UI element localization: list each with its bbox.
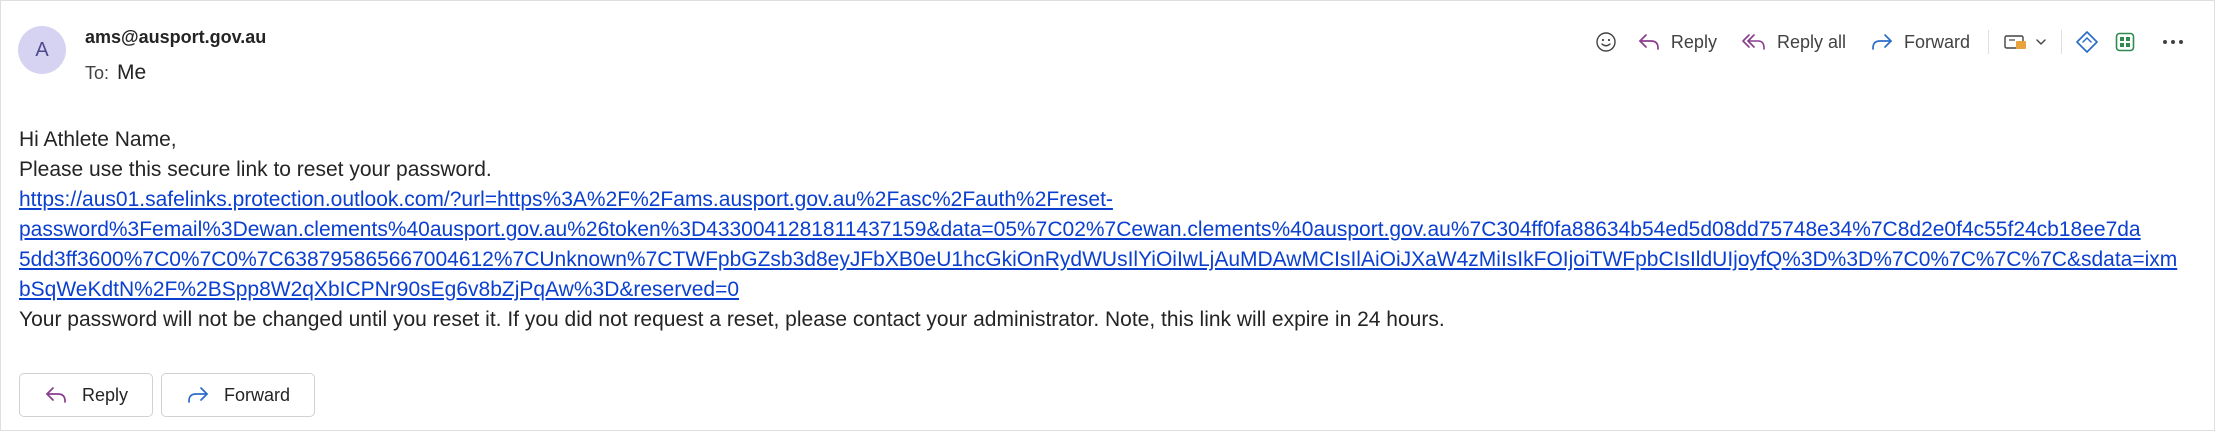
- reaction-button[interactable]: [1587, 23, 1625, 61]
- reply-icon: [44, 385, 68, 405]
- forward-button[interactable]: Forward: [1858, 23, 1982, 61]
- reply-label: Reply: [1670, 31, 1717, 52]
- greeting-prefix: Hi: [19, 128, 44, 151]
- chevron-down-icon: [2035, 37, 2047, 47]
- copilot-icon: [2074, 29, 2100, 55]
- bottom-forward-label: Forward: [224, 384, 291, 405]
- notice-line: Your password will not be changed until …: [19, 308, 1445, 331]
- reset-link-line-4[interactable]: bSqWeKdtN%2F%2BSpp8W2qXbICPNr90sEg6v8bZj…: [19, 278, 739, 301]
- forward-icon: [186, 385, 210, 405]
- toolbar-divider: [2061, 30, 2062, 54]
- reply-button[interactable]: Reply: [1625, 23, 1729, 61]
- email-reading-pane: A ams@ausport.gov.au To: Me Reply Reply …: [0, 0, 2215, 431]
- bottom-forward-button[interactable]: Forward: [161, 373, 316, 417]
- avatar-initial: A: [35, 38, 49, 61]
- quick-steps-dropdown[interactable]: [1995, 23, 2055, 61]
- reply-all-icon: [1741, 32, 1767, 52]
- smile-icon: [1595, 31, 1617, 53]
- instruction-line: Please use this secure link to reset you…: [19, 158, 492, 181]
- more-icon: [2162, 38, 2184, 46]
- toolbar-divider: [1988, 30, 1989, 54]
- reply-all-button[interactable]: Reply all: [1729, 23, 1858, 61]
- bottom-reply-label: Reply: [82, 384, 129, 405]
- bottom-reply-button[interactable]: Reply: [19, 373, 154, 417]
- sender-address[interactable]: ams@ausport.gov.au: [85, 27, 266, 48]
- greeting-line: Hi Athlete Name,: [19, 125, 2199, 155]
- reply-icon: [1637, 32, 1661, 52]
- copilot-button[interactable]: [2068, 23, 2106, 61]
- forward-label: Forward: [1903, 31, 1970, 52]
- recipient-name: Athlete Name,: [43, 128, 177, 151]
- forward-icon: [1870, 32, 1894, 52]
- reset-link[interactable]: https://aus01.safelinks.protection.outlo…: [19, 185, 2199, 305]
- reset-link-line-1[interactable]: https://aus01.safelinks.protection.outlo…: [19, 188, 1113, 211]
- message-toolbar: Reply Reply all Forward: [1587, 23, 2192, 61]
- avatar[interactable]: A: [18, 26, 66, 74]
- recipient-value[interactable]: Me: [117, 61, 146, 85]
- mail-tag-icon: [2003, 32, 2029, 52]
- to-label: To:: [85, 63, 110, 83]
- message-body: Hi Athlete Name, Please use this secure …: [19, 125, 2199, 335]
- bottom-actions: Reply Forward: [19, 373, 316, 417]
- reset-link-line-3[interactable]: 5dd3ff3600%7C0%7C0%7C638795865667004612%…: [19, 248, 2177, 271]
- apps-icon: [2114, 31, 2136, 53]
- more-actions-button[interactable]: [2154, 23, 2192, 61]
- recipient-line: To: Me: [85, 61, 146, 85]
- apps-button[interactable]: [2106, 23, 2144, 61]
- reply-all-label: Reply all: [1776, 31, 1846, 52]
- reset-link-line-2[interactable]: password%3Femail%3Dewan.clements%40auspo…: [19, 218, 2141, 241]
